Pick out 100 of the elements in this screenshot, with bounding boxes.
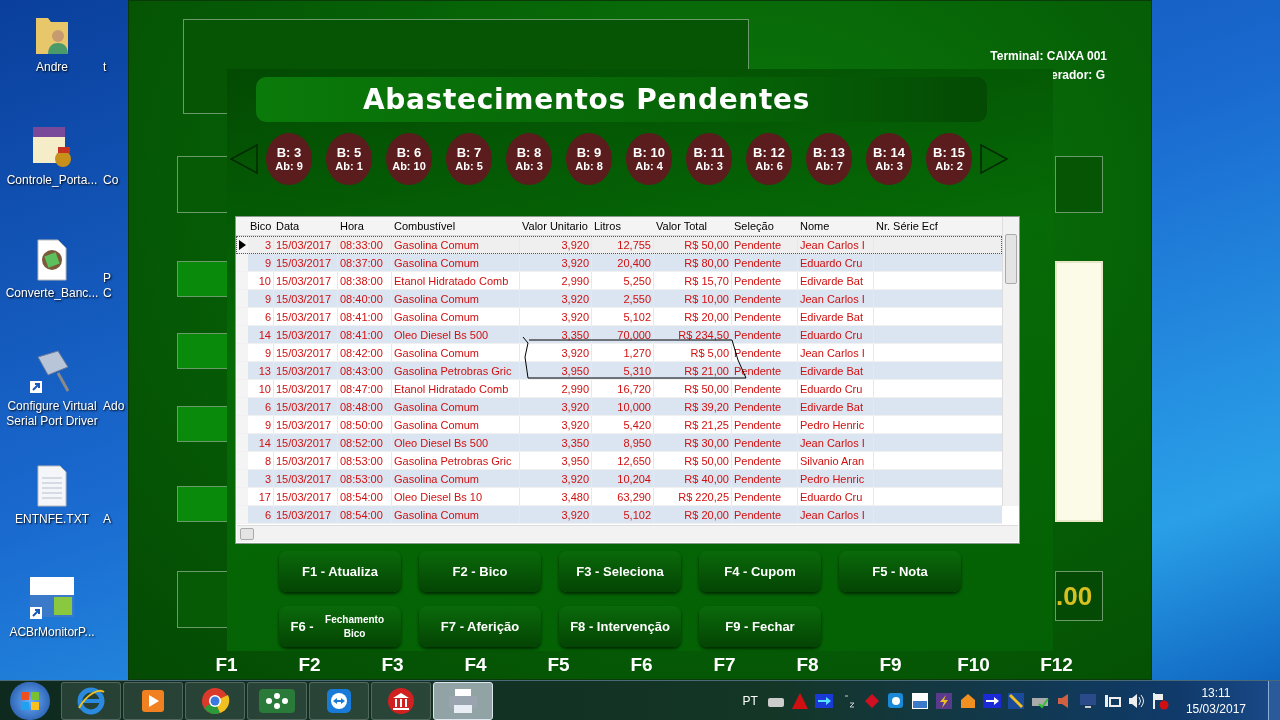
row-header-cell[interactable]	[236, 290, 248, 307]
horizontal-scrollbar[interactable]	[237, 525, 1018, 542]
row-header-cell[interactable]	[236, 308, 248, 325]
function-button[interactable]: F4 - Cupom	[699, 551, 821, 592]
lightning-icon[interactable]	[934, 691, 953, 710]
row-header-cell[interactable]	[236, 452, 248, 469]
function-button[interactable]: F5 - Nota	[839, 551, 961, 592]
table-cell: 2,990	[520, 380, 592, 397]
row-header-cell[interactable]	[236, 398, 248, 415]
function-button[interactable]: F7 - Aferição	[419, 606, 541, 647]
row-header-cell[interactable]	[236, 272, 248, 289]
clock-date[interactable]: 15/03/2017	[1185, 700, 1246, 717]
nozzle-button[interactable]: B: 14 Ab: 3	[866, 133, 912, 185]
remote-icon[interactable]	[886, 691, 905, 710]
column-header[interactable]: Hora	[338, 217, 392, 235]
row-header-cell[interactable]	[236, 344, 248, 361]
nozzle-button[interactable]: B: 13 Ab: 7	[806, 133, 852, 185]
row-header-cell[interactable]	[236, 236, 248, 253]
function-button[interactable]: F3 - Seleciona	[559, 551, 681, 592]
vertical-scrollbar[interactable]	[1002, 217, 1019, 506]
nozzle-button[interactable]: B: 8 Ab: 3	[506, 133, 552, 185]
row-header-cell[interactable]	[236, 326, 248, 343]
column-header[interactable]: Seleção	[732, 217, 798, 235]
table-row[interactable]: 6 15/03/2017 08:48:00 Gasolina Comum 3,920 10,000 R$ 39,20 Pendente Edivarde Bat	[236, 398, 1002, 416]
left-arrow-icon[interactable]	[229, 144, 259, 174]
column-header[interactable]: Litros	[592, 217, 654, 235]
desktop-icon-label[interactable]: t	[103, 60, 128, 75]
taskbar-app-button[interactable]	[433, 681, 493, 720]
row-header-cell[interactable]	[236, 506, 248, 523]
table-row[interactable]: 10 15/03/2017 08:47:00 Etanol Hidratado Comb 2,990 16,720 R$ 50,00 Pendente Eduardo Cru	[236, 380, 1002, 398]
desktop-icon-label[interactable]: A	[103, 512, 128, 527]
row-header-cell[interactable]	[236, 488, 248, 505]
desktop-icon-label[interactable]: ENTNFE.TXT	[15, 512, 89, 527]
table-row[interactable]: 6 15/03/2017 08:54:00 Gasolina Comum 3,920 5,102 R$ 20,00 Pendente Jean Carlos I	[236, 506, 1002, 524]
nozzle-button[interactable]: B: 12 Ab: 6	[746, 133, 792, 185]
nozzle-button[interactable]: B: 6 Ab: 10	[386, 133, 432, 185]
table-cell: Edivarde Bat	[798, 308, 874, 325]
table-cell: R$ 220,25	[654, 488, 732, 505]
table-row[interactable]: 9 15/03/2017 08:37:00 Gasolina Comum 3,920 20,400 R$ 80,00 Pendente Eduardo Cru	[236, 254, 1002, 272]
table-cell: 3,350	[520, 326, 592, 343]
nozzle-button[interactable]: B: 10 Ab: 4	[626, 133, 672, 185]
clock-time[interactable]: 13:11	[1201, 684, 1231, 701]
monitor-icon[interactable]	[1078, 691, 1097, 710]
table-row[interactable]: 3 15/03/2017 08:53:00 Gasolina Comum 3,920 10,204 R$ 40,00 Pendente Pedro Henric	[236, 470, 1002, 488]
desktop-icon-label[interactable]: Controle_Porta...	[6, 173, 98, 188]
column-header[interactable]: Nome	[798, 217, 874, 235]
column-header[interactable]: Combustível	[392, 217, 520, 235]
desktop-icon-label[interactable]: Converte_Banc...	[5, 286, 99, 301]
function-button[interactable]: F1 - Atualiza	[279, 551, 401, 592]
table-row[interactable]: 14 15/03/2017 08:52:00 Oleo Diesel Bs 500 3,350 8,950 R$ 30,00 Pendente Jean Carlos I	[236, 434, 1002, 452]
table-cell: Pendente	[732, 452, 798, 469]
show-desktop-button[interactable]	[1268, 681, 1280, 720]
language-indicator[interactable]: PT	[742, 691, 758, 710]
row-header-cell[interactable]	[236, 254, 248, 271]
column-header[interactable]: Bico	[248, 217, 274, 235]
column-header[interactable]: Valor Unitario	[520, 217, 592, 235]
nozzle-button[interactable]: B: 7 Ab: 5	[446, 133, 492, 185]
volume-icon[interactable]	[1126, 691, 1145, 710]
table-cell: 10,204	[592, 470, 654, 487]
row-header-cell[interactable]	[236, 434, 248, 451]
flag-error-icon[interactable]	[1150, 691, 1169, 710]
scroll-thumb[interactable]	[1005, 234, 1017, 284]
nozzle-button[interactable]: B: 5 Ab: 1	[326, 133, 372, 185]
nozzle-button[interactable]: B: 15 Ab: 2	[926, 133, 972, 185]
table-row[interactable]: 3 15/03/2017 08:33:00 Gasolina Comum 3,920 12,755 R$ 50,00 Pendente Jean Carlos I	[236, 236, 1002, 254]
function-button[interactable]: F9 - Fechar	[699, 606, 821, 647]
function-button[interactable]: F8 - Intervenção	[559, 606, 681, 647]
function-button[interactable]: F6 - Fechamento Bico	[279, 606, 401, 647]
desktop-icon-label[interactable]: Co	[103, 173, 128, 188]
column-header[interactable]: Data	[274, 217, 338, 235]
start-button[interactable]	[10, 681, 50, 720]
nozzle-button[interactable]: B: 9 Ab: 8	[566, 133, 612, 185]
nozzle-button[interactable]: B: 11 Ab: 3	[686, 133, 732, 185]
row-header-cell[interactable]	[236, 362, 248, 379]
table-row[interactable]: 9 15/03/2017 08:40:00 Gasolina Comum 3,920 2,550 R$ 10,00 Pendente Jean Carlos I	[236, 290, 1002, 308]
desktop-icon-label[interactable]: P C	[103, 271, 128, 301]
table-row[interactable]: 8 15/03/2017 08:53:00 Gasolina Petrobras Gric 3,950 12,650 R$ 50,00 Pendente Silvanio Aran	[236, 452, 1002, 470]
row-header-cell[interactable]	[236, 416, 248, 433]
nozzle-button[interactable]: B: 3 Ab: 9	[266, 133, 312, 185]
row-header-cell[interactable]	[236, 380, 248, 397]
project-icon[interactable]	[910, 691, 929, 710]
table-row[interactable]: 9 15/03/2017 08:50:00 Gasolina Comum 3,920 5,420 R$ 21,25 Pendente Pedro Henric	[236, 416, 1002, 434]
column-header[interactable]: Nr. Série Ecf	[874, 217, 1000, 235]
table-row[interactable]: 17 15/03/2017 08:54:00 Oleo Diesel Bs 10 3,480 63,290 R$ 220,25 Pendente Eduardo Cru	[236, 488, 1002, 506]
desktop-icon-label[interactable]: Andre	[36, 60, 68, 75]
table-row[interactable]: 6 15/03/2017 08:41:00 Gasolina Comum 3,920 5,102 R$ 20,00 Pendente Edivarde Bat	[236, 308, 1002, 326]
desktop-icon-label[interactable]: ACBrMonitorP...	[9, 625, 95, 640]
desktop-icon-label[interactable]: Ado	[103, 399, 128, 414]
column-header[interactable]: Valor Total	[654, 217, 732, 235]
desktop-icon-label[interactable]: Configure Virtual Serial Port Driver	[0, 399, 104, 429]
table-row[interactable]: 13 15/03/2017 08:43:00 Gasolina Petrobras Gric 3,950 5,310 R$ 21,00 Pendente Edivarde Bat	[236, 362, 1002, 380]
table-row[interactable]: 10 15/03/2017 08:38:00 Etanol Hidratado Comb 2,990 5,250 R$ 15,70 Pendente Edivarde Bat	[236, 272, 1002, 290]
warning-icon[interactable]	[790, 691, 809, 710]
scroll-thumb[interactable]	[240, 528, 254, 540]
row-header-cell[interactable]	[236, 470, 248, 487]
right-arrow-icon[interactable]	[979, 144, 1009, 174]
media-player-icon	[140, 687, 166, 714]
table-cell: Oleo Diesel Bs 500	[392, 434, 520, 451]
table-row[interactable]: 14 15/03/2017 08:41:00 Oleo Diesel Bs 500 3,350 70,000 R$ 234,50 Pendente Eduardo Cru	[236, 326, 1002, 344]
function-button[interactable]: F2 - Bico	[419, 551, 541, 592]
